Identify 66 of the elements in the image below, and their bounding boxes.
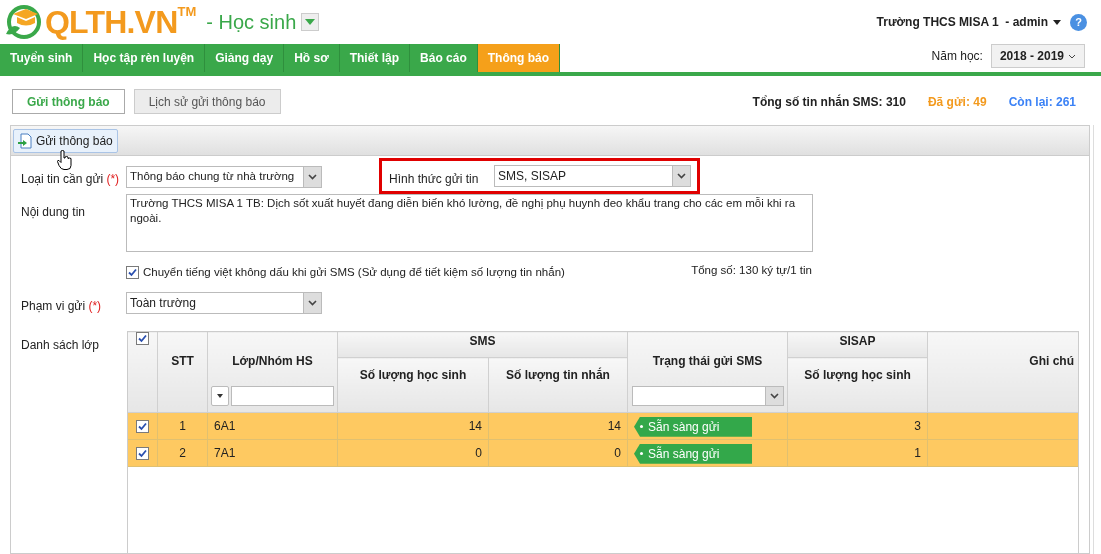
sms-remaining: Còn lại: 261: [1008, 93, 1076, 111]
table-cell: 2: [179, 446, 186, 460]
message-type-label: Loại tin cần gửi (*): [21, 171, 120, 188]
status-badge: Sẵn sàng gửi: [634, 443, 752, 464]
character-count: Tổng số: 130 ký tự/1 tin: [691, 263, 812, 278]
column-header: Số lượng học sinh: [804, 368, 911, 382]
class-filter-field[interactable]: [231, 386, 334, 406]
table-cell: 0: [614, 446, 621, 460]
message-type-select[interactable]: Thông báo chung từ nhà trường: [126, 166, 322, 188]
module-dropdown-button[interactable]: [301, 13, 320, 31]
content-label: Nội dung tin: [21, 204, 86, 221]
table-cell: 3: [914, 419, 921, 433]
column-header: Số lượng tin nhắn: [506, 368, 610, 382]
checkbox[interactable]: [136, 332, 149, 345]
nav-tab[interactable]: Thiết lập: [339, 44, 411, 72]
school-year-label: Năm học:: [931, 48, 983, 65]
column-header: Ghi chú: [1029, 354, 1074, 368]
module-title: - Học sinh: [206, 10, 297, 35]
column-header: Lớp/Nhóm HS: [232, 353, 313, 370]
school-year-select[interactable]: 2018 - 2019: [990, 44, 1085, 68]
column-group-header: SISAP: [839, 334, 876, 348]
scope-select[interactable]: Toàn trường: [126, 292, 322, 314]
content-textarea[interactable]: Trường THCS MISA 1 TB: Dịch sốt xuất huyết đang diễn biến khó lường, đề nghị phụ huynh đeo khẩu trang cho các em mỗi khi ra ngoài.: [126, 194, 813, 252]
logo-icon: [4, 4, 42, 40]
hand-cursor-icon: [57, 150, 73, 170]
checkbox[interactable]: [136, 446, 149, 460]
trademark-mark: TM: [177, 3, 197, 19]
caret-icon: [217, 394, 223, 398]
sub-tab[interactable]: Gửi thông báo: [12, 89, 125, 114]
chevron-icon: [1068, 53, 1076, 59]
sms-sent: Đã gửi: 49: [927, 93, 987, 111]
send-notification-button[interactable]: Gửi thông báo: [13, 128, 118, 153]
caret-icon: [305, 19, 316, 25]
checkbox[interactable]: [126, 266, 139, 280]
sms-total: Tổng số tin nhắn SMS: 310: [752, 93, 906, 111]
user-menu[interactable]: Trường THCS MISA 1 - admin: [876, 13, 1048, 31]
logo-text: QLTH.VN: [45, 6, 178, 38]
column-header: Số lượng học sinh: [359, 368, 467, 382]
column-group-header: SMS: [469, 334, 496, 348]
table-cell: 7A1: [214, 446, 236, 460]
filter-operator-button[interactable]: [211, 386, 229, 406]
nav-tab[interactable]: Báo cáo: [410, 44, 478, 72]
nav-tab[interactable]: Giảng dạy: [205, 44, 285, 72]
nav-tab[interactable]: Học tập rèn luyện: [83, 44, 206, 72]
caret-icon[interactable]: [1053, 19, 1061, 25]
unaccent-label: Chuyển tiếng việt không dấu khi gửi SMS (Sử dụng để tiết kiệm số lượng tin nhắn): [143, 265, 565, 280]
table-cell: 1: [914, 446, 921, 460]
table-cell: 14: [607, 419, 621, 433]
send-method-select[interactable]: SMS, SISAP: [494, 165, 691, 187]
scope-label: Phạm vi gửi (*): [21, 298, 102, 315]
status-badge: Sẵn sàng gửi: [634, 416, 752, 437]
send-document-icon: [18, 132, 32, 149]
nav-tab[interactable]: Hồ sơ: [284, 44, 340, 72]
table-cell: 0: [475, 446, 482, 460]
help-button[interactable]: ?: [1070, 13, 1087, 31]
sub-tab[interactable]: Lịch sử gửi thông báo: [133, 89, 281, 114]
column-header: STT: [171, 354, 194, 368]
table-cell: 14: [468, 419, 482, 433]
checkbox[interactable]: [136, 419, 149, 433]
column-header: Trạng thái gửi SMS: [652, 353, 763, 370]
nav-tab[interactable]: Thông báo: [477, 44, 561, 72]
table-cell: 6A1: [214, 419, 236, 433]
table-cell: 1: [179, 419, 186, 433]
class-list-label: Danh sách lớp: [21, 337, 99, 354]
nav-tab[interactable]: Tuyển sinh: [0, 44, 84, 72]
send-method-label: Hình thức gửi tin: [389, 171, 479, 188]
